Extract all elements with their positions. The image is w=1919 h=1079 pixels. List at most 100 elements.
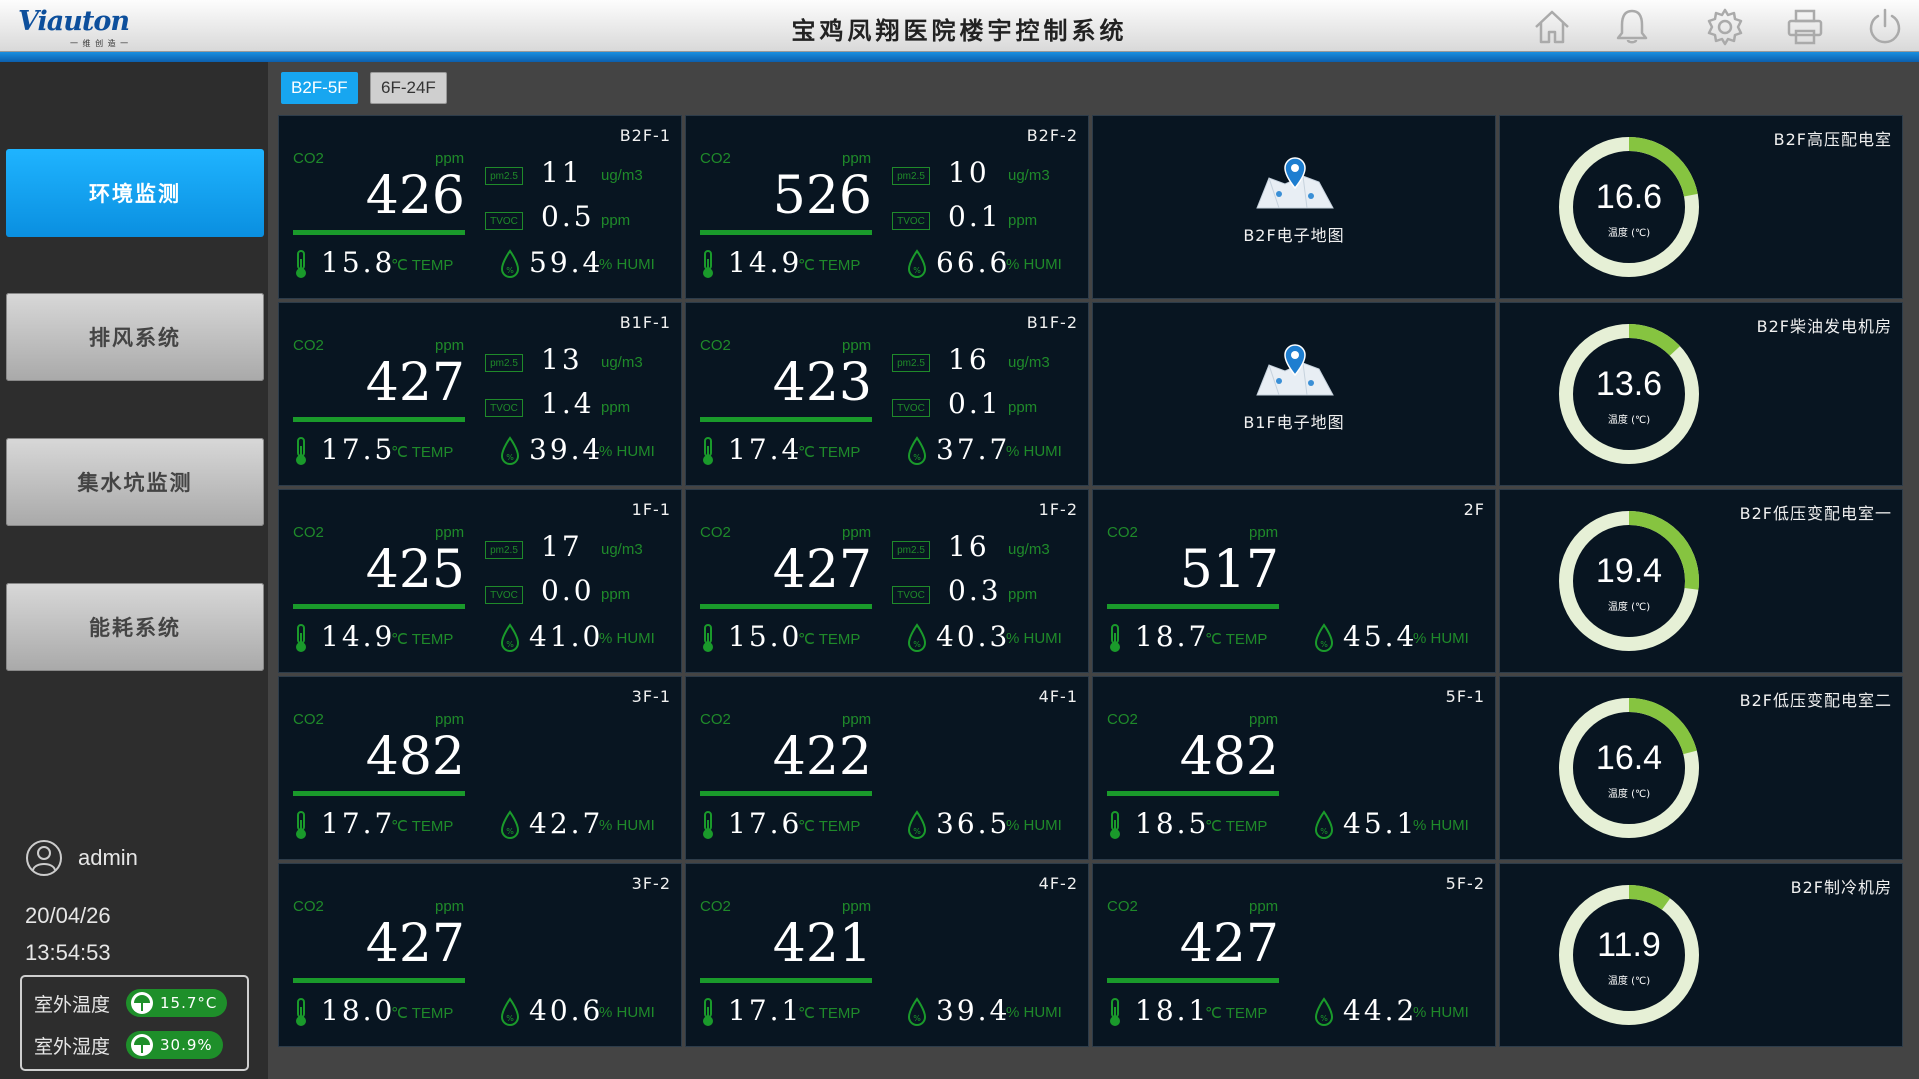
temperature-value: 17.7 — [321, 807, 396, 840]
map-wrap: B2F电子地图 — [1093, 156, 1495, 246]
room-temperature-card[interactable]: B2F低压变配电室一 19.4 温度 (℃) — [1499, 489, 1903, 673]
home-icon[interactable] — [1532, 7, 1572, 47]
temperature-unit: ℃ TEMP — [798, 257, 861, 274]
co2-label: CO2 — [1107, 711, 1138, 728]
room-temperature-card[interactable]: B2F柴油发电机房 13.6 温度 (℃) — [1499, 302, 1903, 486]
humidity-icon: % — [499, 810, 521, 840]
co2-label: CO2 — [700, 898, 731, 915]
thermometer-icon — [1107, 997, 1123, 1027]
svg-text:%: % — [913, 1014, 921, 1023]
thermometer-icon — [1107, 810, 1123, 840]
humidity-unit: % HUMI — [1413, 630, 1469, 647]
humidity-icon: % — [906, 436, 928, 466]
humidity-unit: % HUMI — [1006, 443, 1062, 460]
room-temperature-card[interactable]: B2F低压变配电室二 16.4 温度 (℃) — [1499, 676, 1903, 860]
pm25-value: 11 — [541, 156, 583, 189]
temperature-value: 15.0 — [728, 620, 803, 653]
sensor-card[interactable]: B1F-1 CO2 ppm 427 pm2.5 13 ug/m3 TVOC 1.4 ppm 17.5… — [278, 302, 682, 486]
sensor-card[interactable]: B1F-2 CO2 ppm 423 pm2.5 16 ug/m3 TVOC 0.1 ppm 17.4… — [685, 302, 1089, 486]
sensor-card[interactable]: 3F-1 CO2 ppm 482 17.7 ℃ TEMP% 42.7% HUMI — [278, 676, 682, 860]
sensor-title: 1F-2 — [1038, 500, 1078, 519]
co2-label: CO2 — [1107, 898, 1138, 915]
nav-energy-system[interactable]: 能耗系统 — [6, 583, 264, 671]
pm25-value: 16 — [948, 343, 990, 376]
sensor-card[interactable]: 1F-2 CO2 ppm 427 pm2.5 16 ug/m3 TVOC 0.3 ppm 15.0 ℃… — [685, 489, 1089, 673]
sensor-card[interactable]: B2F-2 CO2 ppm 526 pm2.5 10 ug/m3 TVOC 0.1 ppm 14.9… — [685, 115, 1089, 299]
electronic-map-card[interactable]: B1F电子地图 — [1092, 302, 1496, 486]
sensor-card[interactable]: 3F-2 CO2 ppm 427 18.0 ℃ TEMP% 40.6% HUMI — [278, 863, 682, 1047]
temperature-unit: ℃ TEMP — [798, 1005, 861, 1022]
electronic-map-card[interactable]: B2F电子地图 — [1092, 115, 1496, 299]
pm25-value: 10 — [948, 156, 990, 189]
humidity-unit: % HUMI — [599, 817, 655, 834]
username: admin — [78, 845, 138, 870]
temperature-value: 18.0 — [321, 994, 396, 1027]
humidity-value: 45.1 — [1343, 807, 1418, 840]
temperature-unit: ℃ TEMP — [1205, 818, 1268, 835]
gauge-value: 11.9 — [1597, 926, 1661, 964]
co2-value: 482 — [1179, 727, 1279, 787]
humidity-icon: % — [906, 997, 928, 1027]
room-temperature-card[interactable]: B2F高压配电室 16.6 温度 (℃) — [1499, 115, 1903, 299]
sensor-title: 5F-1 — [1445, 687, 1485, 706]
gauge-value: 19.4 — [1595, 552, 1663, 590]
co2-bar — [293, 230, 465, 235]
sensor-card[interactable]: B2F-1 CO2 ppm 426 pm2.5 11 ug/m3 TVOC 0.5 ppm 15.8… — [278, 115, 682, 299]
nav-environment-monitoring[interactable]: 环境监测 — [6, 149, 264, 237]
nav-sump-monitoring[interactable]: 集水坑监测 — [6, 438, 264, 526]
sensor-card[interactable]: 5F-1 CO2 ppm 482 18.5 ℃ TEMP% 45.1% HUMI — [1092, 676, 1496, 860]
humidity-icon: % — [499, 249, 521, 279]
printer-icon[interactable] — [1785, 7, 1825, 47]
svg-text:%: % — [506, 1014, 514, 1023]
gauge-value: 13.6 — [1595, 365, 1663, 403]
svg-text:%: % — [913, 453, 921, 462]
bell-icon[interactable] — [1612, 7, 1652, 47]
co2-bar — [700, 230, 872, 235]
temperature-unit: ℃ TEMP — [1205, 631, 1268, 648]
humidity-value: 66.6 — [936, 246, 1011, 279]
sensor-card[interactable]: 2F CO2 ppm 517 18.7 ℃ TEMP% 45.4% HUMI — [1092, 489, 1496, 673]
temperature-unit: ℃ TEMP — [391, 257, 454, 274]
sensor-card[interactable]: 5F-2 CO2 ppm 427 18.1 ℃ TEMP% 44.2% HUMI — [1092, 863, 1496, 1047]
tvoc-unit: ppm — [1008, 399, 1038, 416]
co2-unit: ppm — [842, 337, 872, 354]
room-title: B2F高压配电室 — [1773, 130, 1892, 149]
pm25-tag: pm2.5 — [485, 541, 523, 559]
co2-bar — [700, 791, 872, 796]
humidity-icon: % — [499, 997, 521, 1027]
humidity-value: 42.7 — [529, 807, 604, 840]
room-temperature-card[interactable]: B2F制冷机房 11.9 温度 (℃) — [1499, 863, 1903, 1047]
humidity-value: 59.4 — [529, 246, 604, 279]
power-icon[interactable] — [1865, 7, 1905, 47]
tvoc-value: 0.5 — [541, 200, 595, 233]
temperature-value: 18.1 — [1135, 994, 1210, 1027]
tvoc-value: 0.0 — [541, 574, 595, 607]
outdoor-humi-value: 30.9% — [160, 1036, 213, 1054]
humidity-unit: % HUMI — [599, 256, 655, 273]
co2-unit: ppm — [435, 337, 465, 354]
gauge-unit: 温度 (℃) — [1607, 415, 1651, 426]
sensor-card[interactable]: 4F-2 CO2 ppm 421 17.1 ℃ TEMP% 39.4% HUMI — [685, 863, 1089, 1047]
co2-label: CO2 — [700, 711, 731, 728]
thermometer-icon — [293, 623, 309, 653]
room-title: B2F低压变配电室一 — [1739, 504, 1892, 523]
co2-unit: ppm — [435, 711, 465, 728]
nav-exhaust-system[interactable]: 排风系统 — [6, 293, 264, 381]
sensor-card[interactable]: 4F-1 CO2 ppm 422 17.6 ℃ TEMP% 36.5% HUMI — [685, 676, 1089, 860]
humidity-unit: % HUMI — [1006, 817, 1062, 834]
co2-unit: ppm — [1249, 898, 1279, 915]
tab-6f-24f[interactable]: 6F-24F — [370, 72, 447, 104]
app-header: Viauton 一 维 创 造 一 宝鸡凤翔医院楼宇控制系统 — [0, 0, 1919, 52]
svg-text:%: % — [913, 266, 921, 275]
thermometer-icon — [293, 249, 309, 279]
sensor-card[interactable]: 1F-1 CO2 ppm 425 pm2.5 17 ug/m3 TVOC 0.0 ppm 14.9 ℃… — [278, 489, 682, 673]
map-label: B1F电子地图 — [1243, 413, 1345, 432]
svg-text:%: % — [506, 827, 514, 836]
temperature-value: 17.1 — [728, 994, 803, 1027]
co2-value: 526 — [772, 166, 872, 226]
user-info: admin — [24, 838, 138, 878]
gauge-value: 16.6 — [1595, 178, 1663, 216]
thermometer-icon — [293, 997, 309, 1027]
tab-b2f-5f[interactable]: B2F-5F — [281, 72, 358, 104]
gear-icon[interactable] — [1705, 7, 1745, 47]
